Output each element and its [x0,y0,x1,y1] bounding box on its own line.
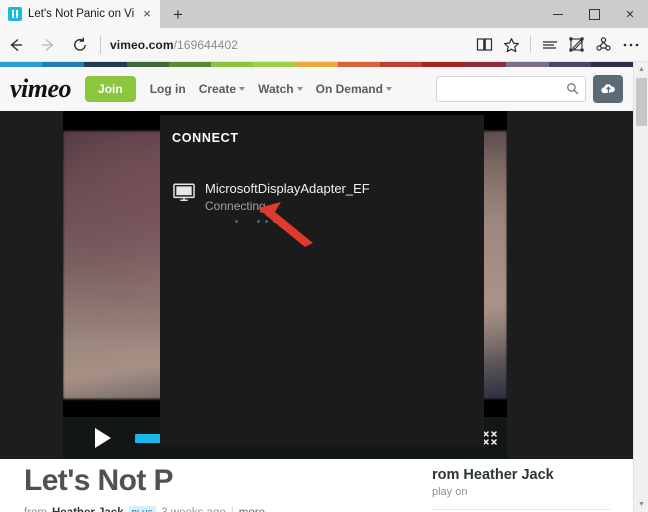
device-name: MicrosoftDisplayAdapter_EF [205,181,370,196]
browser-window: Let's Not Panic on Vime × + ✕ vimeo.com/… [0,0,648,512]
connect-flyout: CONNECT MicrosoftDisplayAdapter_EF Conne… [160,115,484,447]
search-input[interactable] [443,83,579,95]
minimize-button[interactable] [540,0,576,28]
nav-item-create[interactable]: Create [199,82,246,96]
nav-item-on-demand[interactable]: On Demand [316,82,392,96]
more-icon[interactable] [617,29,644,61]
scroll-down-icon[interactable]: ▼ [634,497,648,512]
chevron-down-icon [296,87,303,91]
video-info: Let's Not P from Heather Jack PLUS 3 wee… [0,459,420,512]
search-box[interactable] [436,76,586,102]
toolbar-divider [530,36,531,53]
web-note-icon[interactable] [563,29,590,61]
share-icon[interactable] [590,29,617,61]
refresh-arrow-icon[interactable] [64,29,96,61]
chevron-down-icon [385,87,392,91]
navigation-toolbar: vimeo.com/169644402 [0,28,648,62]
back-arrow-icon[interactable] [0,29,32,61]
favorite-star-icon[interactable] [498,29,525,61]
address-domain: vimeo.com [110,37,174,52]
sidebar-rail: rom Heather Jack play on LET'S NOT PANIC… [432,459,633,512]
display-monitor-icon [173,181,195,207]
fullscreen-icon[interactable] [483,431,497,445]
scrollbar-thumb[interactable] [636,78,647,126]
upload-time: 3 weeks ago [161,507,226,512]
close-window-button[interactable]: ✕ [612,0,648,28]
forward-arrow-icon[interactable] [32,29,64,61]
address-text: vimeo.com/169644402 [110,38,238,52]
new-tab-button[interactable]: + [160,2,196,28]
plus-badge: PLUS [128,506,157,512]
nav-item-login[interactable]: Log in [150,82,186,96]
vimeo-header: vimeo Join Log in Create Watch On Demand [0,67,633,111]
rail-subheading: play on [432,486,468,498]
title-bar: Let's Not Panic on Vime × + ✕ [0,0,648,28]
reading-list-icon[interactable] [536,29,563,61]
page-scrollbar[interactable]: ▲ ▼ [633,62,648,512]
reading-view-icon[interactable] [471,29,498,61]
from-label: from [24,507,47,512]
nav-item-watch[interactable]: Watch [258,82,303,96]
play-button[interactable] [95,428,111,448]
vimeo-nav: Log in Create Watch On Demand [150,82,392,96]
vimeo-favicon [8,7,22,21]
upload-cloud-icon[interactable] [593,75,623,103]
toolbar-icons [471,29,648,61]
more-link[interactable]: more [239,507,265,512]
rail-heading: rom Heather Jack [432,467,554,483]
video-meta: from Heather Jack PLUS 3 weeks ago | mor… [24,506,265,512]
join-button[interactable]: Join [85,76,136,102]
search-icon[interactable] [566,82,579,100]
connecting-progress-dots [160,214,484,223]
connect-heading: CONNECT [172,131,239,145]
browser-tab[interactable]: Let's Not Panic on Vime × [0,0,160,28]
video-author[interactable]: Heather Jack [52,507,124,512]
address-bar[interactable]: vimeo.com/169644402 [96,29,471,61]
address-path: /169644402 [173,37,238,52]
meta-divider: | [231,507,234,512]
header-right-group [436,75,623,103]
tab-title: Let's Not Panic on Vime [28,8,134,20]
chevron-down-icon [239,87,246,91]
device-list-item[interactable]: MicrosoftDisplayAdapter_EF Connecting [160,145,484,214]
vimeo-logo[interactable]: vimeo [10,76,72,102]
maximize-button[interactable] [576,0,612,28]
window-controls: ✕ [540,0,648,28]
red-pointer-arrow [255,200,317,253]
video-title: Let's Not P [24,464,173,497]
scroll-up-icon[interactable]: ▲ [634,62,648,77]
tab-close-icon[interactable]: × [140,7,154,20]
